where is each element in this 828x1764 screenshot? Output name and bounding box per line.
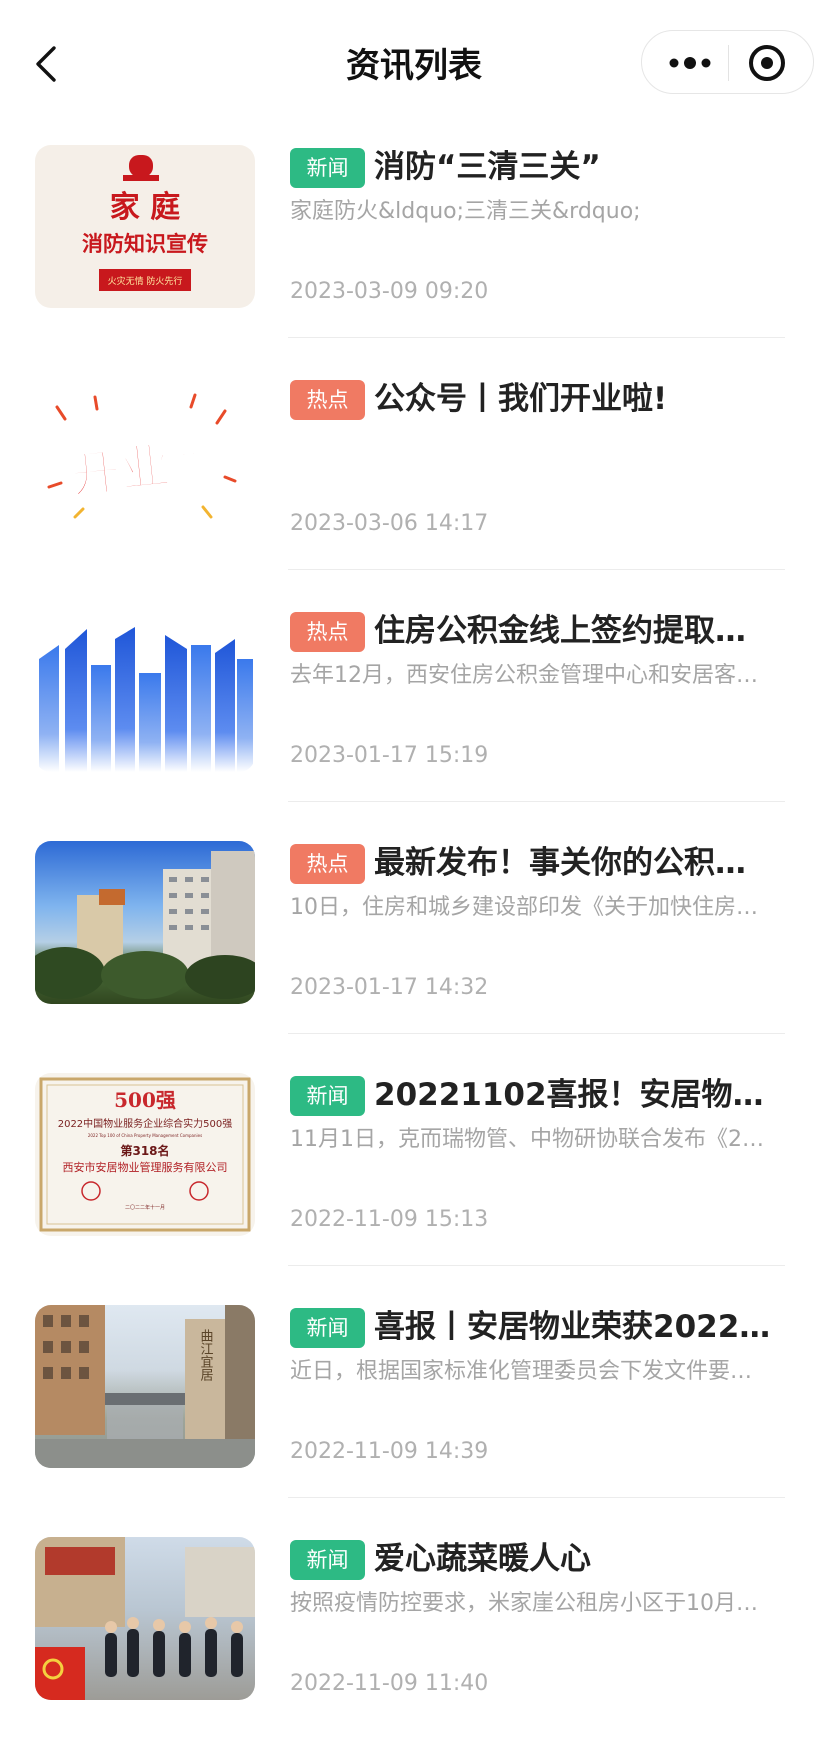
more-dots-icon	[669, 57, 711, 69]
cert-date: 二〇二二年十一月	[125, 1204, 165, 1211]
news-item[interactable]: 开业啦 热点 公众号丨我们开业啦! 2023-03-06 14:17	[0, 372, 828, 604]
news-thumbnail: 曲江宜居	[35, 1305, 255, 1468]
fire-poster-banner: 火灾无情 防火先行	[108, 275, 183, 287]
fire-poster-title: 家 庭	[110, 190, 180, 225]
news-item[interactable]: 热点 最新发布！事关你的公积金贷款 10日，住房和城乡建设部印发《关于加快住房公…	[0, 836, 828, 1068]
close-mini-program-button[interactable]	[746, 42, 788, 84]
category-tag: 热点	[290, 844, 365, 884]
cert-line2: 2022 Top 100 of China Property Managemen…	[88, 1133, 202, 1138]
news-date: 2023-03-09 09:20	[290, 279, 489, 304]
award-certificate-image: 500强 2022中国物业服务企业综合实力500强 2022 Top 100 o…	[39, 1077, 251, 1232]
news-date: 2022-11-09 14:39	[290, 1439, 489, 1464]
news-thumbnail: 500强 2022中国物业服务企业综合实力500强 2022 Top 100 o…	[35, 1073, 255, 1236]
category-tag: 热点	[290, 380, 365, 420]
category-tag: 新闻	[290, 148, 365, 188]
divider	[288, 1033, 785, 1034]
fire-poster-subtitle: 消防知识宣传	[82, 232, 208, 256]
news-item[interactable]: 500强 2022中国物业服务企业综合实力500强 2022 Top 100 o…	[0, 1068, 828, 1300]
skyline-buildings-image	[39, 627, 253, 772]
capsule-divider	[728, 45, 729, 81]
gate-sign-text: 曲江宜居	[198, 1329, 214, 1381]
divider	[288, 337, 785, 338]
news-title: 20221102喜报！安居物业荣获殊荣	[374, 1077, 774, 1113]
cert-logo-text: 500强	[114, 1088, 176, 1112]
news-summary: 10日，住房和城乡建设部印发《关于加快住房公积金数字化发展的指导意见》	[290, 895, 770, 920]
category-tag: 热点	[290, 612, 365, 652]
news-summary	[290, 428, 770, 460]
news-title: 公众号丨我们开业啦!	[374, 381, 668, 417]
navigation-bar: 资讯列表	[0, 0, 828, 125]
mini-program-capsule	[641, 30, 814, 94]
cert-rank: 第318名	[120, 1143, 169, 1158]
divider	[288, 801, 785, 802]
cert-line1: 2022中国物业服务企业综合实力500强	[58, 1117, 233, 1130]
news-summary: 按照疫情防控要求，米家崖公租房小区于10月起实行封控管理	[290, 1591, 770, 1616]
category-tag: 新闻	[290, 1076, 365, 1116]
news-title: 喜报丨安居物业荣获2022年度标准化良好行为企业	[374, 1309, 774, 1345]
volunteers-photo	[35, 1537, 255, 1700]
target-circle-icon	[749, 45, 785, 81]
grand-opening-image: 开业啦	[47, 393, 237, 519]
residential-towers-photo	[35, 851, 255, 999]
divider	[288, 569, 785, 570]
category-tag: 新闻	[290, 1308, 365, 1348]
news-summary: 家庭防火&ldquo;三清三关&rdquo;	[290, 199, 641, 224]
news-date: 2023-01-17 14:32	[290, 975, 489, 1000]
news-summary: 近日，根据国家标准化管理委员会下发文件要求，对企业进行评审	[290, 1359, 770, 1384]
more-button[interactable]	[664, 48, 716, 78]
news-thumbnail: 家 庭 消防知识宣传 火灾无情 防火先行	[35, 145, 255, 308]
news-item[interactable]: 热点 住房公积金线上签约提取服务上线 去年12月，西安住房公积金管理中心和安居客…	[0, 604, 828, 836]
divider	[288, 1497, 785, 1498]
news-date: 2023-03-06 14:17	[290, 511, 489, 536]
news-thumbnail	[35, 841, 255, 1004]
divider	[288, 1265, 785, 1266]
news-summary: 11月1日，克而瑞物管、中物研协联合发布《2022中国物业服务企业综合实力500…	[290, 1127, 770, 1152]
news-title: 住房公积金线上签约提取服务上线	[374, 613, 774, 649]
fire-safety-poster-image: 家 庭 消防知识宣传 火灾无情 防火先行	[82, 155, 208, 291]
news-thumbnail: 开业啦	[35, 377, 255, 540]
category-tag: 新闻	[290, 1540, 365, 1580]
cert-company: 西安市安居物业管理服务有限公司	[63, 1160, 228, 1174]
news-title: 爱心蔬菜暖人心	[374, 1541, 591, 1577]
news-date: 2022-11-09 15:13	[290, 1207, 489, 1232]
news-item[interactable]: 新闻 爱心蔬菜暖人心 按照疫情防控要求，米家崖公租房小区于10月起实行封控管理 …	[0, 1532, 828, 1764]
community-gate-photo: 曲江宜居	[35, 1305, 255, 1468]
news-thumbnail	[35, 1537, 255, 1700]
news-item[interactable]: 家 庭 消防知识宣传 火灾无情 防火先行 新闻 消防“三清三关” 家庭防火&ld…	[0, 140, 828, 372]
news-date: 2023-01-17 15:19	[290, 743, 489, 768]
news-title: 最新发布！事关你的公积金贷款	[374, 845, 774, 881]
news-item[interactable]: 曲江宜居 新闻 喜报丨安居物业荣获2022年度标准化良好行为企业 近日，根据国家…	[0, 1300, 828, 1532]
news-summary: 去年12月，西安住房公积金管理中心和安居客合作推出线上服务	[290, 663, 770, 688]
news-list: 家 庭 消防知识宣传 火灾无情 防火先行 新闻 消防“三清三关” 家庭防火&ld…	[0, 140, 828, 1764]
news-date: 2022-11-09 11:40	[290, 1671, 489, 1696]
opening-art-text: 开业啦	[67, 431, 222, 504]
news-title: 消防“三清三关”	[374, 149, 601, 185]
news-thumbnail	[35, 609, 255, 772]
